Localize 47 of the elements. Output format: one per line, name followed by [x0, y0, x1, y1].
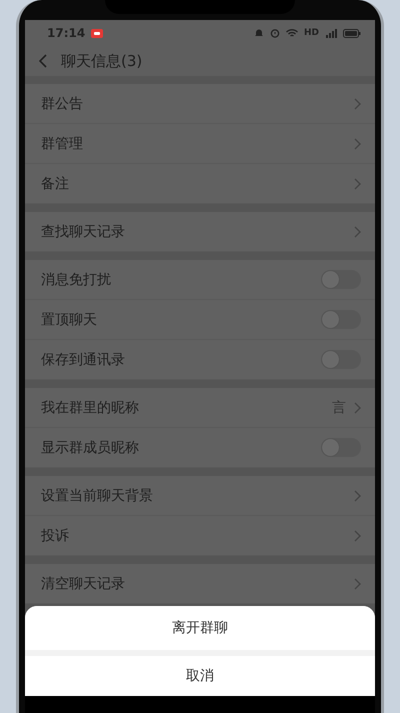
row-label: 备注: [41, 174, 70, 192]
chevron-right-icon: [354, 402, 361, 414]
row-label: 保存到通讯录: [41, 350, 126, 368]
settings-row[interactable]: 查找聊天记录: [25, 212, 375, 252]
toggle-switch[interactable]: [321, 350, 361, 369]
network-label: HD: [304, 28, 319, 38]
row-label: 投诉: [41, 526, 70, 544]
cancel-button[interactable]: 取消: [25, 656, 375, 696]
row-label: 查找聊天记录: [41, 222, 126, 240]
wifi-icon: [286, 28, 298, 38]
chevron-right-icon: [354, 178, 361, 190]
chevron-right-icon: [354, 490, 361, 502]
chevron-right-icon: [354, 530, 361, 542]
settings-row[interactable]: 保存到通讯录: [25, 340, 375, 380]
row-label: 显示群成员昵称: [41, 438, 140, 456]
page-title: 聊天信息(3): [61, 52, 142, 70]
toggle-switch[interactable]: [321, 270, 361, 289]
chevron-right-icon: [354, 226, 361, 238]
chevron-right-icon: [354, 138, 361, 150]
status-time: 17:14: [47, 26, 86, 40]
signal-icon: [325, 28, 337, 38]
settings-row[interactable]: 清空聊天记录: [25, 564, 375, 604]
toggle-switch[interactable]: [321, 310, 361, 329]
alarm-clock-icon: [270, 28, 280, 38]
row-label: 群管理: [41, 134, 84, 152]
settings-row[interactable]: 消息免打扰: [25, 260, 375, 300]
chevron-right-icon: [354, 578, 361, 590]
back-icon[interactable]: [39, 54, 47, 68]
leave-group-button[interactable]: 离开群聊: [25, 606, 375, 650]
row-label: 清空聊天记录: [41, 574, 126, 592]
battery-icon: [343, 28, 361, 38]
row-label: 群公告: [41, 94, 84, 112]
bell-icon: [254, 28, 264, 38]
row-label: 我在群里的昵称: [41, 398, 140, 416]
row-label: 置顶聊天: [41, 310, 98, 328]
settings-row[interactable]: 显示群成员昵称: [25, 428, 375, 468]
settings-row[interactable]: 备注: [25, 164, 375, 204]
row-label: 设置当前聊天背景: [41, 486, 154, 504]
settings-row[interactable]: 投诉: [25, 516, 375, 556]
settings-row[interactable]: 设置当前聊天背景: [25, 476, 375, 516]
row-label: 消息免打扰: [41, 270, 112, 288]
toggle-switch[interactable]: [321, 438, 361, 457]
chevron-right-icon: [354, 98, 361, 110]
settings-row[interactable]: 群管理: [25, 124, 375, 164]
settings-row[interactable]: 群公告: [25, 84, 375, 124]
screen-record-icon: [91, 28, 104, 38]
settings-row[interactable]: 置顶聊天: [25, 300, 375, 340]
